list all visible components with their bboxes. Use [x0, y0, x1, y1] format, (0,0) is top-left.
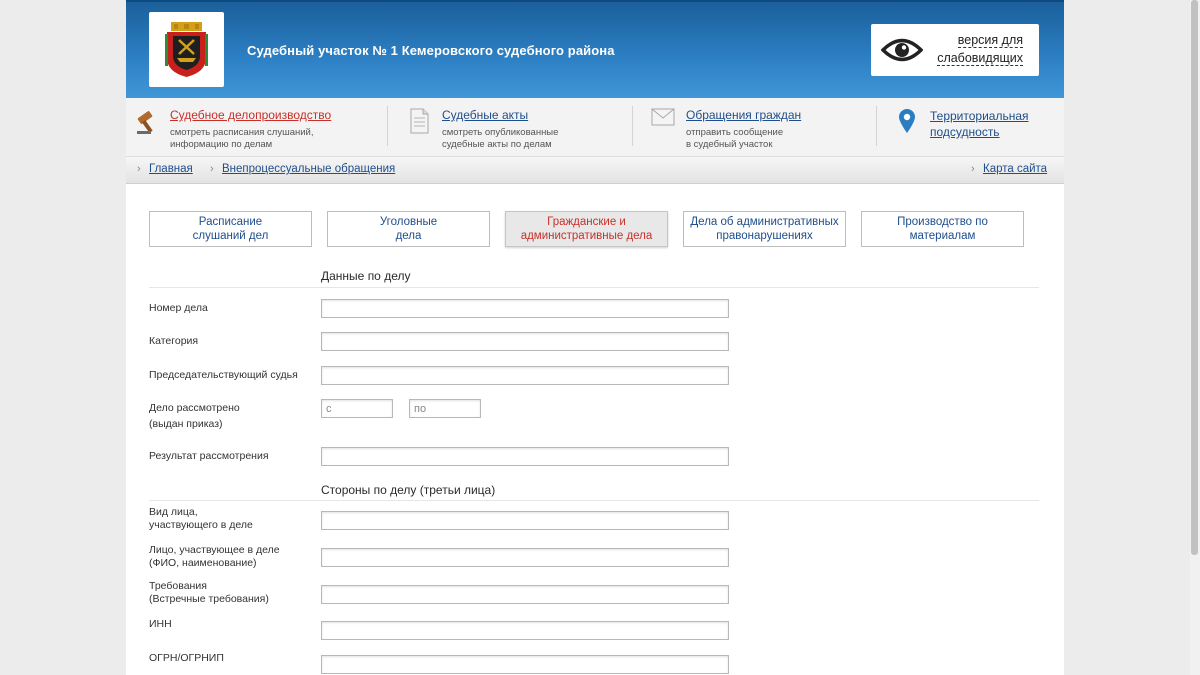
eye-icon [881, 38, 923, 62]
ogrn-input[interactable] [321, 655, 729, 674]
nav-title-line1[interactable]: Территориальная [930, 109, 1029, 123]
party-type-label-line2: участвующего в деле [149, 519, 253, 531]
case-number-label: Номер дела [149, 302, 208, 314]
nav-desc-line1: смотреть опубликованные [442, 127, 559, 138]
case-reviewed-label: Дело рассмотрено (выдан приказ) [149, 400, 240, 432]
chevron-right-icon: › [210, 163, 214, 175]
nav-item-citizen-appeals-title[interactable]: Обращения граждан [686, 108, 801, 122]
nav-item-court-proceedings-desc: смотреть расписания слушаний, информацию… [170, 127, 313, 151]
section-divider [149, 500, 1039, 501]
chevron-right-icon: › [971, 163, 975, 175]
claims-label-line1: Требования [149, 580, 207, 592]
nav-desc-line1: смотреть расписания слушаний, [170, 127, 314, 138]
document-icon [410, 108, 429, 134]
party-type-label: Вид лица, участвующего в деле [149, 506, 253, 532]
tab-label-line2: дела [395, 230, 422, 242]
gavel-icon [137, 111, 153, 134]
party-name-input[interactable] [321, 548, 729, 567]
result-input[interactable] [321, 447, 729, 466]
case-type-tabs: Расписание слушаний дел Уголовные дела Гра… [126, 211, 1064, 247]
low-vision-label: версия для слабовидящих [937, 31, 1023, 67]
tab-label-line2: слушаний дел [192, 230, 269, 242]
category-input[interactable] [321, 332, 729, 351]
tab-label-line2: правонарушениях [716, 230, 813, 242]
case-reviewed-label-line2: (выдан приказ) [149, 418, 223, 430]
low-vision-version-button[interactable]: версия для слабовидящих [871, 24, 1039, 76]
breadcrumb-current-link[interactable]: Внепроцессуальные обращения [222, 163, 395, 175]
ogrn-label: ОГРН/ОГРНИП [149, 652, 224, 664]
nav-item-citizen-appeals[interactable]: Обращения граждан отправить сообщение в … [633, 98, 876, 156]
section-case-data-title: Данные по делу [321, 269, 411, 283]
envelope-icon [651, 108, 675, 126]
party-name-label: Лицо, участвующее в деле (ФИО, наименова… [149, 544, 280, 570]
tab-label-line1: Гражданские и [547, 216, 626, 228]
sitemap-link[interactable]: Карта сайта [983, 163, 1047, 175]
tab-label-line1: Уголовные [379, 216, 438, 228]
breadcrumb: › Главная › Внепроцессуальные обращения … [126, 157, 1064, 184]
party-type-input[interactable] [321, 511, 729, 530]
tab-label-line1: Расписание [198, 216, 263, 228]
tab-criminal-cases[interactable]: Уголовные дела [327, 211, 490, 247]
category-label: Категория [149, 335, 199, 347]
tab-civil-administrative-cases[interactable]: Гражданские и административные дела [505, 211, 668, 247]
nav-item-court-acts-title[interactable]: Судебные акты [442, 108, 528, 122]
nav-desc-line2: информацию по делам [170, 139, 273, 150]
scrollbar-thumb[interactable] [1191, 0, 1198, 555]
result-label: Результат рассмотрения [149, 450, 269, 462]
nav-item-court-acts[interactable]: Судебные акты смотреть опубликованные су… [388, 98, 632, 156]
nav-item-territorial-jurisdiction[interactable]: Территориальная подсудность [877, 98, 1064, 156]
page-container: Судебный участок № 1 Кемеровского судебн… [126, 0, 1064, 675]
nav-item-court-proceedings[interactable]: Судебное делопроизводство смотреть распи… [126, 98, 386, 156]
nav-desc-line2: в судебный участок [686, 139, 773, 150]
nav-item-court-acts-desc: смотреть опубликованные судебные акты по… [442, 127, 558, 151]
section-parties-title: Стороны по делу (третьи лица) [321, 483, 496, 497]
nav-title-line2[interactable]: подсудность [930, 125, 1000, 139]
party-name-label-line2: (ФИО, наименование) [149, 557, 257, 569]
chevron-right-icon: › [137, 163, 141, 175]
main-navigation: Судебное делопроизводство смотреть распи… [126, 98, 1064, 157]
party-type-label-line1: Вид лица, [149, 506, 198, 518]
nav-item-citizen-appeals-desc: отправить сообщение в судебный участок [686, 127, 783, 151]
nav-desc-line1: отправить сообщение [686, 127, 784, 138]
claims-label: Требования (Встречные требования) [149, 580, 269, 606]
header-top-line [126, 0, 1064, 2]
inn-input[interactable] [321, 621, 729, 640]
judge-label: Председательствующий судья [149, 369, 298, 381]
nav-item-court-proceedings-title[interactable]: Судебное делопроизводство [170, 108, 331, 122]
presiding-judge-input[interactable] [321, 366, 729, 385]
map-pin-icon [899, 109, 915, 133]
tab-label-line1: Производство по [897, 216, 988, 228]
claims-input[interactable] [321, 585, 729, 604]
case-reviewed-label-line1: Дело рассмотрено [149, 402, 240, 414]
low-vision-label-line1: версия для [957, 33, 1023, 48]
coat-of-arms-icon [165, 22, 208, 77]
inn-label: ИНН [149, 618, 172, 630]
nav-desc-line2: судебные акты по делам [442, 139, 552, 150]
coat-of-arms-logo[interactable] [149, 12, 224, 87]
date-to-input[interactable] [409, 399, 481, 418]
vertical-scrollbar[interactable] [1190, 0, 1200, 675]
tab-materials-proceedings[interactable]: Производство по материалам [861, 211, 1024, 247]
header-banner: Судебный участок № 1 Кемеровского судебн… [126, 0, 1064, 98]
section-divider [149, 287, 1039, 288]
party-name-label-line1: Лицо, участвующее в деле [149, 544, 280, 556]
low-vision-label-line2: слабовидящих [937, 51, 1023, 66]
tab-administrative-offenses[interactable]: Дела об административных правонарушениях [683, 211, 846, 247]
tab-label-line2: материалам [909, 230, 976, 242]
tab-label-line2: административные дела [520, 230, 653, 242]
date-from-input[interactable] [321, 399, 393, 418]
tab-hearing-schedule[interactable]: Расписание слушаний дел [149, 211, 312, 247]
nav-item-territorial-jurisdiction-title[interactable]: Территориальная подсудность [930, 108, 1029, 140]
breadcrumb-home-link[interactable]: Главная [149, 163, 193, 175]
claims-label-line2: (Встречные требования) [149, 593, 269, 605]
case-number-input[interactable] [321, 299, 729, 318]
tab-label-line1: Дела об административных [690, 216, 839, 228]
site-title: Судебный участок № 1 Кемеровского судебн… [247, 43, 615, 58]
